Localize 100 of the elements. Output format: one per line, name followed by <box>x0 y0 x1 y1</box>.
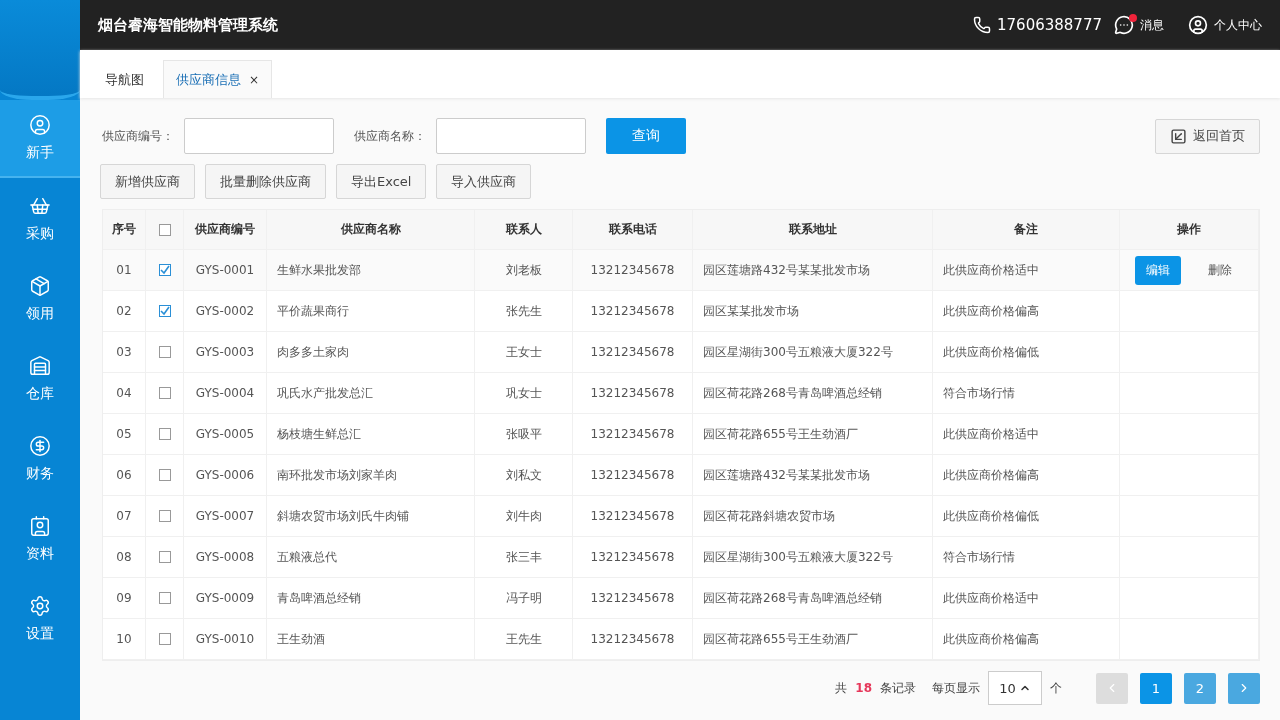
checkbox[interactable] <box>158 305 171 317</box>
action-button[interactable]: 导出Excel <box>336 164 427 199</box>
table-cell: GYS-0006 <box>184 455 267 495</box>
table-cell: 01 <box>103 250 146 290</box>
table-cell: 杨枝塘生鲜总汇 <box>267 414 475 454</box>
filter-label: 供应商名称： <box>354 127 426 145</box>
table-cell: 张三丰 <box>475 537 573 577</box>
checkbox[interactable] <box>158 223 171 236</box>
table-cell: 符合市场行情 <box>933 373 1120 413</box>
phone-icon <box>973 16 991 34</box>
input-field[interactable] <box>436 118 586 154</box>
action-button[interactable]: 批量删除供应商 <box>205 164 326 199</box>
phone-number: 17606388777 <box>997 16 1102 34</box>
checkbox[interactable] <box>158 510 171 522</box>
table-cell: 13212345678 <box>573 578 693 618</box>
table-cell: 此供应商价格适中 <box>933 578 1120 618</box>
table-cell: 符合市场行情 <box>933 537 1120 577</box>
column-header: 联系地址 <box>693 210 933 249</box>
table-cell: 冯子明 <box>475 578 573 618</box>
user-icon[interactable] <box>1188 15 1208 35</box>
table-cell: GYS-0010 <box>184 619 267 659</box>
column-header: 供应商名称 <box>267 210 475 249</box>
checkbox[interactable] <box>158 346 171 358</box>
column-header: 备注 <box>933 210 1120 249</box>
page-size-select[interactable]: 10 <box>988 671 1042 705</box>
contact-card-icon <box>29 515 51 537</box>
checkbox[interactable] <box>158 551 171 563</box>
next-page-button[interactable] <box>1228 672 1260 704</box>
table-cell: 刘牛肉 <box>475 496 573 536</box>
table-cell: 此供应商价格偏低 <box>933 332 1120 372</box>
table-cell: 平价蔬果商行 <box>267 291 475 331</box>
filter-label: 供应商编号： <box>102 127 174 145</box>
checkbox[interactable] <box>158 387 171 399</box>
table-cell: 04 <box>103 373 146 413</box>
page-size-label: 每页显示 <box>932 679 980 697</box>
checkbox[interactable] <box>158 264 171 276</box>
table-cell: 05 <box>103 414 146 454</box>
column-header: 联系电话 <box>573 210 693 249</box>
table-cell: 张先生 <box>475 291 573 331</box>
warehouse-icon <box>29 355 51 377</box>
table-cell: 园区荷花路655号王生劲酒厂 <box>693 619 933 659</box>
table-cell: 13212345678 <box>573 414 693 454</box>
table-cell: 园区某某批发市场 <box>693 291 933 331</box>
settings-icon <box>29 595 51 617</box>
table-cell: GYS-0007 <box>184 496 267 536</box>
table-cell: 刘私文 <box>475 455 573 495</box>
table-cell: GYS-0005 <box>184 414 267 454</box>
table-cell: 此供应商价格偏高 <box>933 455 1120 495</box>
profile-link[interactable]: 个人中心 <box>1214 16 1262 34</box>
delete-link[interactable]: 删除 <box>1197 255 1243 285</box>
table-cell: 五粮液总代 <box>267 537 475 577</box>
table-cell: 园区莲塘路432号某某批发市场 <box>693 455 933 495</box>
table-cell: 13212345678 <box>573 619 693 659</box>
table-cell: 此供应商价格偏高 <box>933 619 1120 659</box>
table-cell: 13212345678 <box>573 250 693 290</box>
action-button[interactable]: 新增供应商 <box>100 164 195 199</box>
table-cell: 王女士 <box>475 332 573 372</box>
user-icon <box>29 114 51 136</box>
table-cell: 13212345678 <box>573 291 693 331</box>
table-cell: 生鲜水果批发部 <box>267 250 475 290</box>
table-cell: 园区荷花路斜塘农贸市场 <box>693 496 933 536</box>
table-cell: 13212345678 <box>573 332 693 372</box>
table-cell: 王生劲酒 <box>267 619 475 659</box>
home-button[interactable]: 返回首页 <box>1155 118 1260 154</box>
table-cell: 08 <box>103 537 146 577</box>
tab[interactable]: 供应商信息 × <box>163 60 273 98</box>
checkbox[interactable] <box>158 428 171 440</box>
sidebar-item[interactable]: 设置 <box>0 580 80 658</box>
table-cell: 13212345678 <box>573 496 693 536</box>
table-cell: 园区莲塘路432号某某批发市场 <box>693 250 933 290</box>
sidebar-item[interactable]: 财务 <box>0 420 80 498</box>
sidebar-item[interactable]: 资料 <box>0 500 80 578</box>
table-cell: 巩氏水产批发总汇 <box>267 373 475 413</box>
messages-link[interactable]: 消息 <box>1140 16 1164 34</box>
app-title: 烟台睿海智能物料管理系统 <box>98 15 278 35</box>
input-field[interactable] <box>184 118 334 154</box>
column-header: 供应商编号 <box>184 210 267 249</box>
sidebar-item[interactable]: 采购 <box>0 180 80 258</box>
total-prefix: 共 <box>835 679 848 697</box>
checkbox[interactable] <box>158 633 171 645</box>
action-button[interactable]: 导入供应商 <box>436 164 532 199</box>
table-cell: 斜塘农贸市场刘氏牛肉铺 <box>267 496 475 536</box>
table-cell: 园区星湖街300号五粮液大厦322号 <box>693 537 933 577</box>
table-cell: 南环批发市场刘家羊肉 <box>267 455 475 495</box>
sidebar-item[interactable]: 仓库 <box>0 340 80 418</box>
close-icon[interactable]: × <box>249 72 260 87</box>
checkbox[interactable] <box>158 592 171 604</box>
table-cell: 园区星湖街300号五粮液大厦322号 <box>693 332 933 372</box>
checkbox[interactable] <box>158 469 171 481</box>
table-cell: 青岛啤酒总经销 <box>267 578 475 618</box>
table-cell: 此供应商价格偏低 <box>933 496 1120 536</box>
total-suffix: 条记录 <box>880 679 916 697</box>
table-cell: 10 <box>103 619 146 659</box>
sidebar-item[interactable]: 领用 <box>0 260 80 338</box>
table-cell: 13212345678 <box>573 537 693 577</box>
table-cell: 肉多多土家肉 <box>267 332 475 372</box>
table-cell: 03 <box>103 332 146 372</box>
table-cell: GYS-0004 <box>184 373 267 413</box>
message-icon[interactable] <box>1114 15 1134 35</box>
table-cell: GYS-0002 <box>184 291 267 331</box>
